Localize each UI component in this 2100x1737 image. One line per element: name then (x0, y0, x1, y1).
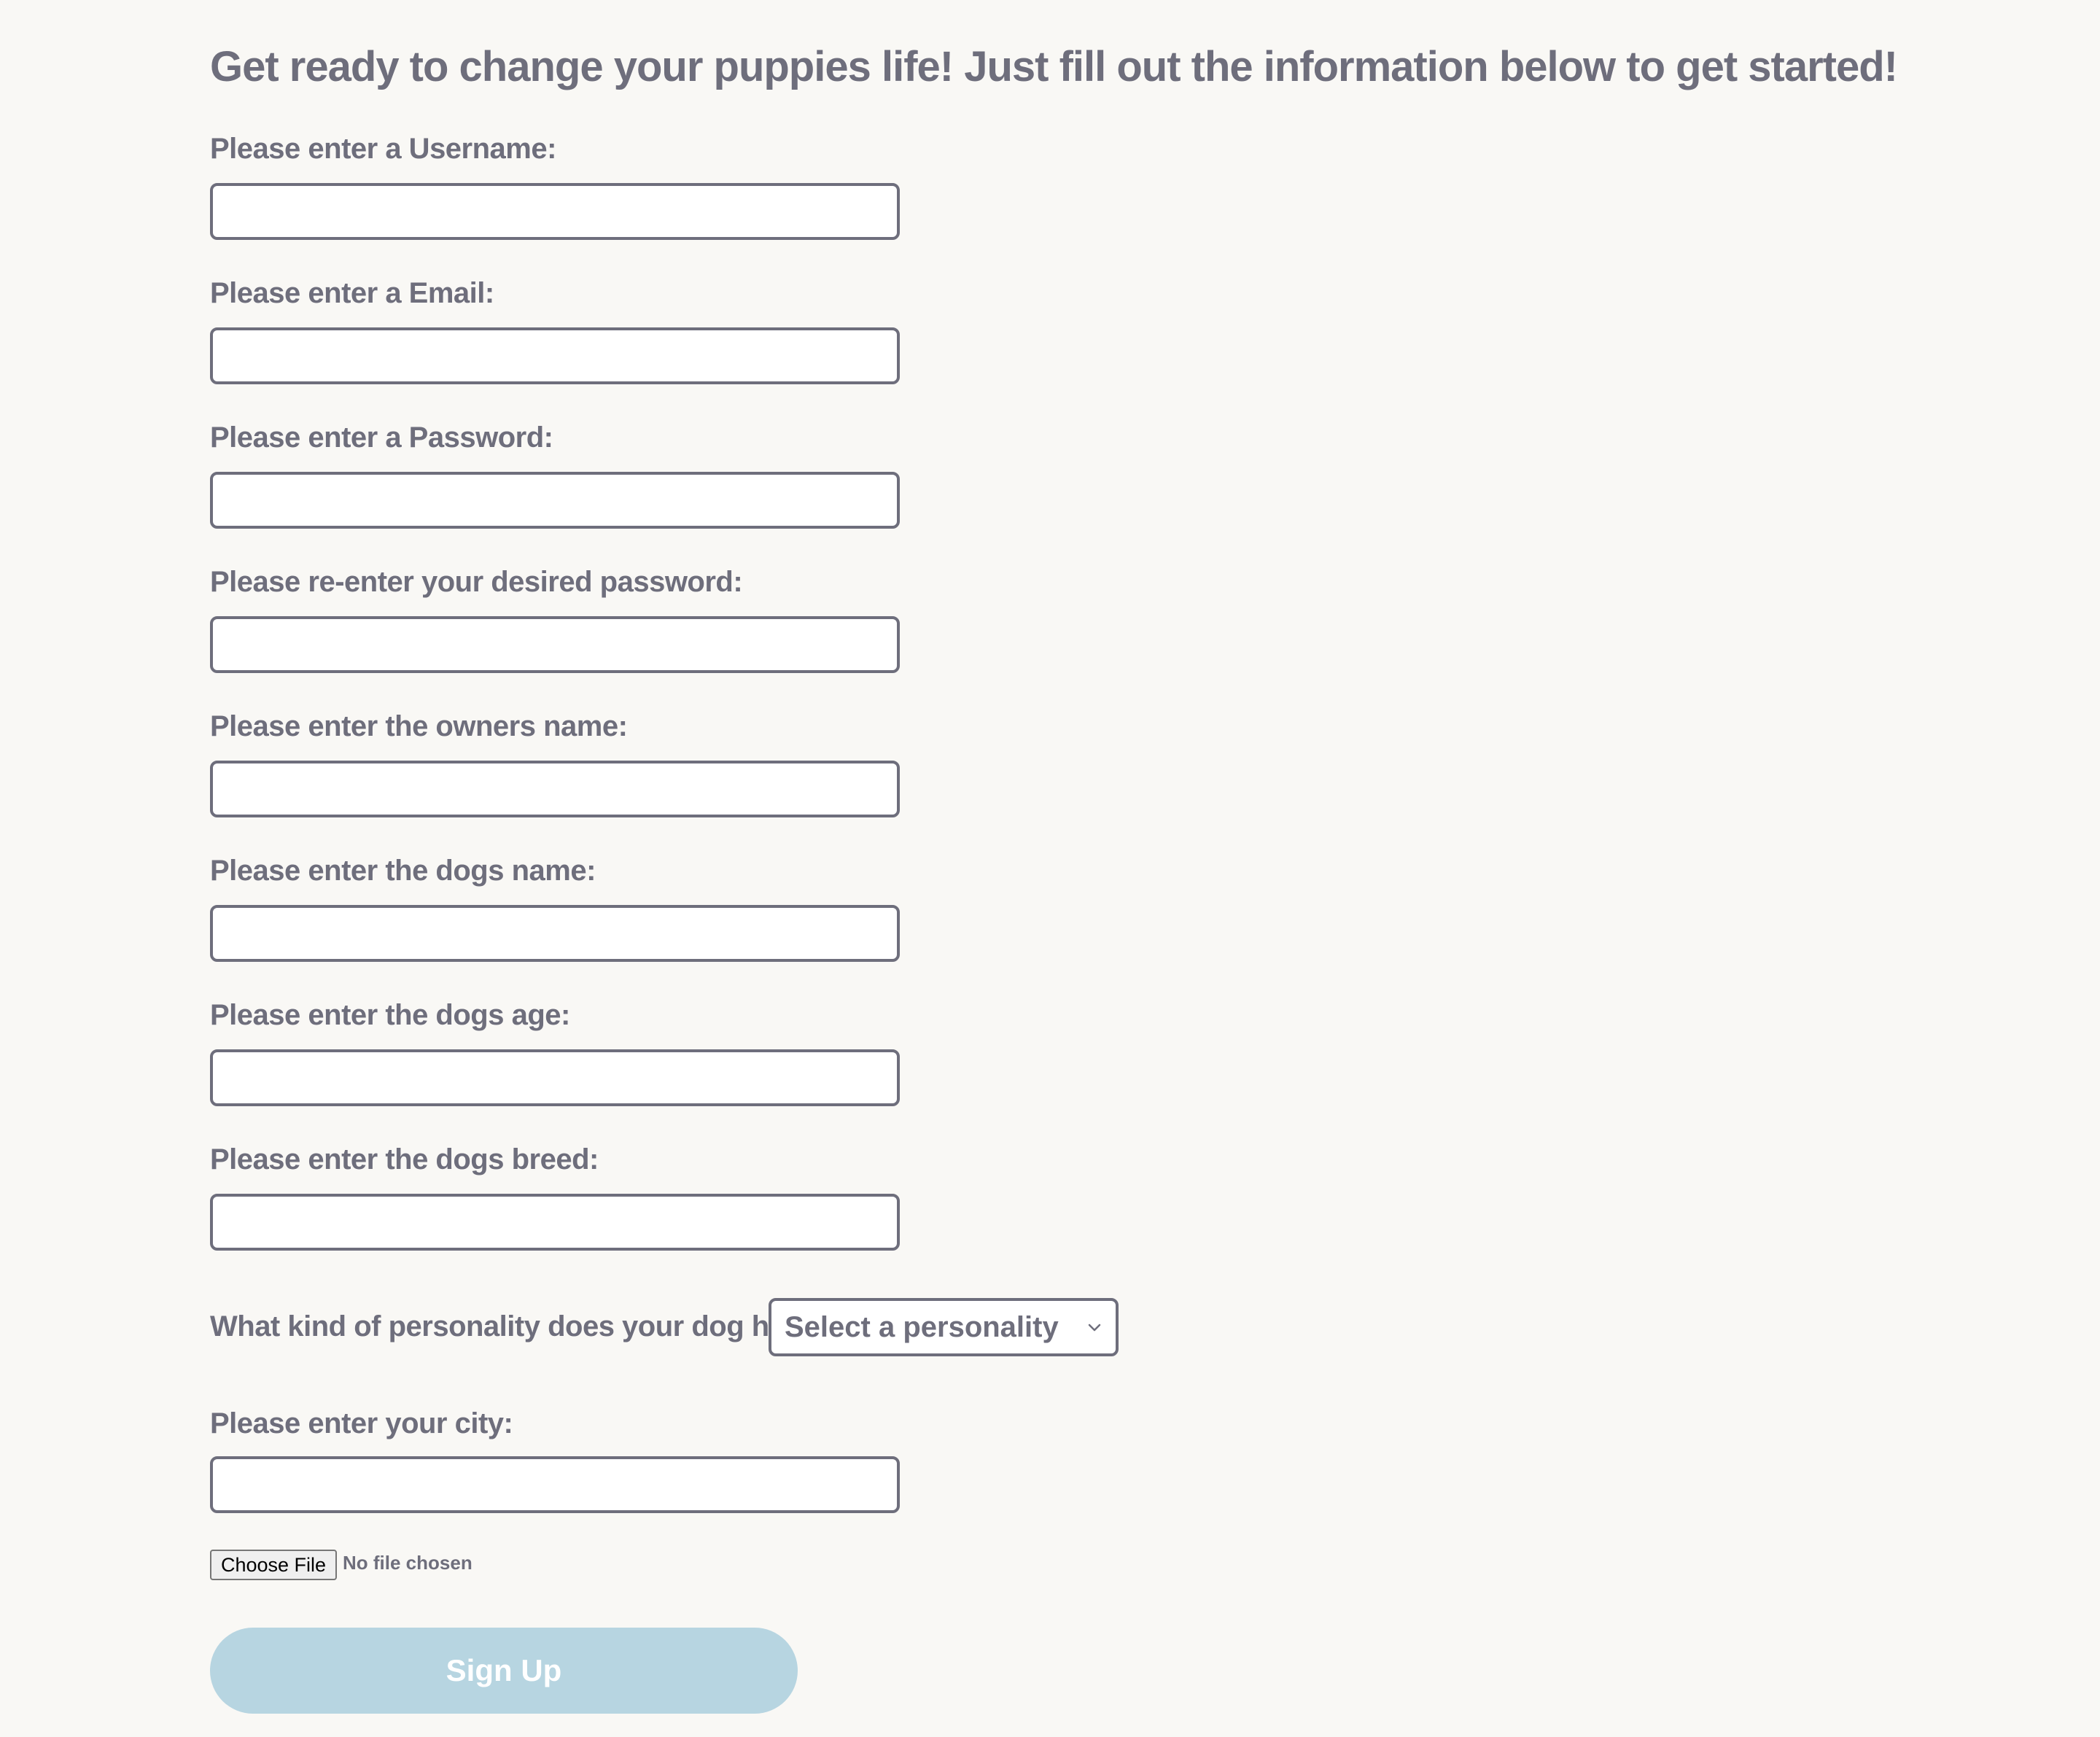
dog-name-input[interactable] (210, 905, 900, 962)
signup-page: Get ready to change your puppies life! J… (0, 0, 2100, 1737)
personality-selected-value: Select a personality (785, 1310, 1059, 1343)
owner-name-input[interactable] (210, 761, 900, 817)
personality-select[interactable]: Select a personality (769, 1298, 1119, 1356)
confirm-password-label: Please re-enter your desired password: (210, 566, 743, 598)
owner-name-label: Please enter the owners name: (210, 710, 628, 742)
dog-age-label: Please enter the dogs age: (210, 999, 570, 1031)
dog-breed-label: Please enter the dogs breed: (210, 1143, 599, 1176)
username-input[interactable] (210, 183, 900, 240)
city-input[interactable] (210, 1456, 900, 1513)
chevron-down-icon (1086, 1319, 1102, 1335)
personality-label: What kind of personality does your dog h… (210, 1310, 834, 1342)
email-label: Please enter a Email: (210, 277, 494, 309)
page-title: Get ready to change your puppies life! J… (210, 43, 1898, 90)
choose-file-button[interactable]: Choose File (210, 1550, 337, 1580)
dog-name-label: Please enter the dogs name: (210, 855, 596, 887)
confirm-password-input[interactable] (210, 616, 900, 673)
dog-breed-input[interactable] (210, 1194, 900, 1251)
file-status-text: No file chosen (343, 1552, 472, 1574)
email-input[interactable] (210, 327, 900, 384)
password-input[interactable] (210, 472, 900, 529)
dog-age-input[interactable] (210, 1049, 900, 1106)
password-label: Please enter a Password: (210, 421, 553, 454)
city-label: Please enter your city: (210, 1407, 513, 1439)
sign-up-button[interactable]: Sign Up (210, 1628, 798, 1714)
username-label: Please enter a Username: (210, 133, 556, 165)
